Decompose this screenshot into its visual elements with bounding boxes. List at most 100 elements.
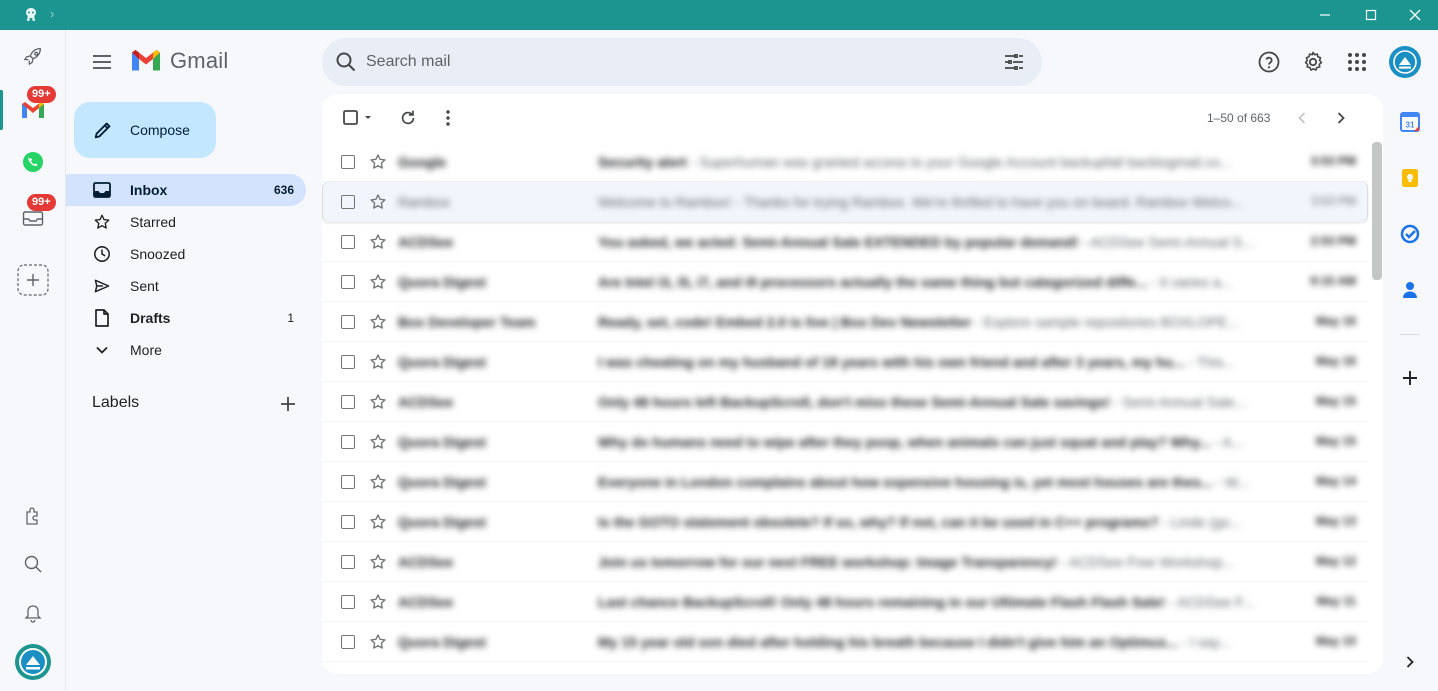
add-service-button[interactable] xyxy=(13,260,53,300)
star-icon[interactable] xyxy=(368,552,388,572)
email-subject-line: Are Intel i3, i5, i7, and i9 processors … xyxy=(598,274,1258,290)
email-subject: Last chance BackupScroll! Only 48 hours … xyxy=(598,594,1166,610)
email-row[interactable]: ACDSee Join us tomorrow for our next FREE… xyxy=(322,542,1368,582)
star-icon[interactable] xyxy=(368,512,388,532)
email-row[interactable]: Quora Digest Are Intel i3, i5, i7, and i9… xyxy=(322,262,1368,302)
compose-button[interactable]: Compose xyxy=(74,102,216,158)
star-icon[interactable] xyxy=(368,472,388,492)
email-subject: My 15 year old son died after holding hi… xyxy=(598,634,1178,650)
support-button[interactable] xyxy=(1249,42,1289,82)
email-date: May 16 xyxy=(1315,354,1356,368)
nav-item-inbox[interactable]: Inbox 636 xyxy=(66,174,306,206)
email-subject: Join us tomorrow for our next FREE works… xyxy=(598,554,1057,570)
email-row[interactable]: Quora Digest Everyone in London complains… xyxy=(322,462,1368,502)
star-icon[interactable] xyxy=(368,432,388,452)
contacts-addon-button[interactable] xyxy=(1390,270,1430,310)
get-addons-button[interactable] xyxy=(1390,358,1430,398)
rambox-account-button[interactable] xyxy=(13,642,53,682)
email-subject-line: Last chance BackupScroll! Only 48 hours … xyxy=(598,594,1258,610)
main-menu-button[interactable] xyxy=(82,42,122,82)
dock-item-whatsapp[interactable] xyxy=(13,142,53,182)
dock-search-button[interactable] xyxy=(13,544,53,584)
dock-item-gmail[interactable]: 99+ xyxy=(13,86,56,130)
checkbox-dropdown-icon xyxy=(343,110,371,125)
list-scrollbar[interactable] xyxy=(1372,142,1382,280)
star-icon[interactable] xyxy=(368,192,388,212)
refresh-button[interactable] xyxy=(392,102,424,134)
more-actions-button[interactable] xyxy=(432,102,464,134)
email-date: 9:15 AM xyxy=(1310,274,1356,288)
expand-side-panel-button[interactable] xyxy=(1390,642,1430,682)
row-checkbox[interactable] xyxy=(341,235,355,249)
newer-page-button[interactable] xyxy=(1286,102,1318,134)
account-avatar[interactable] xyxy=(1389,46,1421,78)
settings-button[interactable] xyxy=(1293,42,1333,82)
nav-label: Drafts xyxy=(130,310,171,326)
row-checkbox[interactable] xyxy=(341,515,355,529)
nav-item-more[interactable]: More xyxy=(66,334,306,366)
email-row[interactable]: Rambox Welcome to Rambox! - Thanks for tr… xyxy=(322,182,1368,222)
notifications-button[interactable] xyxy=(13,594,53,634)
search-input[interactable] xyxy=(366,50,966,74)
tasks-addon-button[interactable] xyxy=(1390,214,1430,254)
google-apps-button[interactable] xyxy=(1337,42,1377,82)
email-row[interactable]: Quora Digest Why do humans need to wipe a… xyxy=(322,422,1368,462)
older-page-button[interactable] xyxy=(1325,102,1357,134)
dock-item-inbox-service[interactable]: 99+ xyxy=(13,194,56,238)
row-checkbox[interactable] xyxy=(341,435,355,449)
row-checkbox[interactable] xyxy=(341,155,355,169)
row-checkbox[interactable] xyxy=(341,475,355,489)
search-icon xyxy=(24,555,42,573)
row-checkbox[interactable] xyxy=(341,595,355,609)
star-icon[interactable] xyxy=(368,392,388,412)
row-checkbox[interactable] xyxy=(341,555,355,569)
calendar-addon-button[interactable]: 31 xyxy=(1390,102,1430,142)
email-row[interactable]: ACDSee Last chance BackupScroll! Only 48 … xyxy=(322,582,1368,622)
dock-item-launch[interactable] xyxy=(13,36,53,76)
row-checkbox[interactable] xyxy=(341,195,355,209)
nav-item-drafts[interactable]: Drafts 1 xyxy=(66,302,306,334)
email-row[interactable]: ACDSee You asked, we acted: Semi-Annual S… xyxy=(322,222,1368,262)
email-row[interactable]: ACDSee Only 48 hours left BackupScroll, d… xyxy=(322,382,1368,422)
search-options-icon[interactable] xyxy=(1002,50,1026,74)
email-row[interactable]: Google Security alert - Superhuman was gr… xyxy=(322,142,1368,182)
row-checkbox[interactable] xyxy=(341,275,355,289)
extensions-button[interactable] xyxy=(13,496,53,536)
email-row[interactable]: Quora Digest Is the GOTO statement obsole… xyxy=(322,502,1368,542)
maximize-button[interactable] xyxy=(1348,0,1394,30)
minimize-button[interactable] xyxy=(1302,0,1348,30)
row-checkbox[interactable] xyxy=(341,395,355,409)
email-row[interactable]: Quora Digest My 15 year old son died afte… xyxy=(322,622,1368,662)
gmail-logo[interactable]: Gmail xyxy=(130,48,228,74)
email-sender: Rambox xyxy=(398,194,451,210)
row-checkbox[interactable] xyxy=(341,635,355,649)
star-icon[interactable] xyxy=(368,232,388,252)
email-row[interactable]: Box Developer Team Ready, set, code! Embe… xyxy=(322,302,1368,342)
star-icon[interactable] xyxy=(368,312,388,332)
email-date: 2:53 PM xyxy=(1310,234,1356,248)
row-checkbox[interactable] xyxy=(341,355,355,369)
star-icon[interactable] xyxy=(368,592,388,612)
keep-addon-button[interactable] xyxy=(1390,158,1430,198)
select-all-checkbox[interactable] xyxy=(336,102,376,134)
compose-label: Compose xyxy=(130,122,190,138)
search-icon[interactable] xyxy=(334,50,358,74)
close-button[interactable] xyxy=(1392,0,1438,30)
email-sender: Quora Digest xyxy=(398,514,486,530)
nav-item-starred[interactable]: Starred xyxy=(66,206,306,238)
search-bar[interactable] xyxy=(322,38,1042,86)
email-sender: ACDSee xyxy=(398,594,454,610)
nav-item-snoozed[interactable]: Snoozed xyxy=(66,238,306,270)
refresh-icon xyxy=(401,110,415,125)
star-icon[interactable] xyxy=(368,152,388,172)
nav-item-sent[interactable]: Sent xyxy=(66,270,306,302)
row-checkbox[interactable] xyxy=(341,315,355,329)
bell-icon xyxy=(24,605,42,623)
star-icon[interactable] xyxy=(368,632,388,652)
keep-icon xyxy=(1402,169,1418,187)
whatsapp-icon xyxy=(23,152,43,172)
star-icon[interactable] xyxy=(368,272,388,292)
email-row[interactable]: Quora Digest I was cheating on my husband… xyxy=(322,342,1368,382)
star-icon[interactable] xyxy=(368,352,388,372)
create-label-button[interactable] xyxy=(276,392,300,416)
